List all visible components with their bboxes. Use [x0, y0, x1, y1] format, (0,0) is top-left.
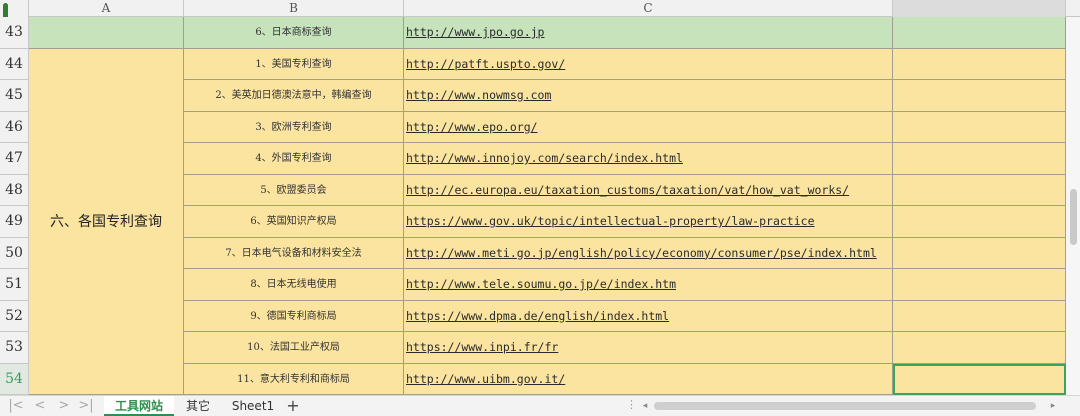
- cell-d[interactable]: [893, 143, 1066, 175]
- sheet-tab-sheet1[interactable]: Sheet1: [228, 396, 278, 416]
- cell-c-link[interactable]: https://www.gov.uk/topic/intellectual-pr…: [404, 206, 893, 238]
- cell-c-link[interactable]: http://ec.europa.eu/taxation_customs/tax…: [404, 174, 893, 206]
- cell-c-link[interactable]: http://patft.uspto.gov/: [404, 48, 893, 80]
- horizontal-scroll-thumb[interactable]: [654, 402, 1036, 410]
- hyperlink-text[interactable]: http://www.innojoy.com/search/index.html: [406, 151, 683, 165]
- cell-d[interactable]: [893, 332, 1066, 364]
- row-header[interactable]: 51: [0, 269, 29, 301]
- row-header[interactable]: 46: [0, 111, 29, 143]
- horizontal-scrollbar[interactable]: ◂ ▸: [640, 400, 1058, 412]
- hyperlink-text[interactable]: http://patft.uspto.gov/: [406, 57, 565, 71]
- cell-c-link[interactable]: http://www.innojoy.com/search/index.html: [404, 143, 893, 175]
- row-header[interactable]: 44: [0, 48, 29, 80]
- cell-a[interactable]: [29, 17, 184, 49]
- column-header-row: A B C: [0, 0, 1080, 17]
- cell-b[interactable]: 10、法国工业产权局: [184, 332, 404, 364]
- cell-d[interactable]: [893, 17, 1066, 49]
- hyperlink-text[interactable]: http://www.tele.soumu.go.jp/e/index.htm: [406, 277, 676, 291]
- cell-c-link[interactable]: http://www.meti.go.jp/english/policy/eco…: [404, 237, 893, 269]
- row-header[interactable]: 53: [0, 332, 29, 364]
- hyperlink-text[interactable]: http://www.jpo.go.jp: [406, 25, 544, 39]
- cell-b[interactable]: 1、美国专利查询: [184, 48, 404, 80]
- cell-c-link[interactable]: https://www.dpma.de/english/index.html: [404, 300, 893, 332]
- cell-d[interactable]: [893, 363, 1066, 395]
- cell-b[interactable]: 7、日本电气设备和材料安全法: [184, 237, 404, 269]
- column-header-b[interactable]: B: [184, 0, 404, 17]
- merged-category-cell[interactable]: 六、各国专利查询: [29, 48, 184, 395]
- sheet-tab-bar: |< < > >| 工具网站 其它 Sheet1 + ⋮ ◂ ▸: [0, 395, 1080, 416]
- cell-d[interactable]: [893, 80, 1066, 112]
- hyperlink-text[interactable]: http://www.uibm.gov.it/: [406, 372, 565, 386]
- row-header[interactable]: 49: [0, 206, 29, 238]
- next-sheet-icon[interactable]: >: [56, 398, 72, 414]
- cell-c-link[interactable]: http://www.epo.org/: [404, 111, 893, 143]
- cell-b[interactable]: 9、德国专利商标局: [184, 300, 404, 332]
- cell-b[interactable]: 6、日本商标查询: [184, 17, 404, 49]
- row-header[interactable]: 52: [0, 300, 29, 332]
- row-header[interactable]: 43: [0, 17, 29, 49]
- cell-d[interactable]: [893, 206, 1066, 238]
- hyperlink-text[interactable]: https://www.dpma.de/english/index.html: [406, 309, 669, 323]
- cell-c-link[interactable]: http://www.tele.soumu.go.jp/e/index.htm: [404, 269, 893, 301]
- cell-c-link[interactable]: https://www.inpi.fr/fr: [404, 332, 893, 364]
- hyperlink-text[interactable]: http://www.meti.go.jp/english/policy/eco…: [406, 246, 877, 260]
- last-sheet-icon[interactable]: >|: [78, 398, 94, 414]
- vertical-scrollbar[interactable]: [1066, 17, 1080, 395]
- row-header[interactable]: 48: [0, 174, 29, 206]
- cell-b[interactable]: 6、英国知识产权局: [184, 206, 404, 238]
- row-header[interactable]: 45: [0, 80, 29, 112]
- column-header-d[interactable]: [893, 0, 1066, 17]
- cell-d[interactable]: [893, 174, 1066, 206]
- cell-d[interactable]: [893, 48, 1066, 80]
- add-sheet-button[interactable]: +: [286, 397, 300, 415]
- cell-d[interactable]: [893, 111, 1066, 143]
- cell-d[interactable]: [893, 269, 1066, 301]
- column-header-a[interactable]: A: [29, 0, 184, 17]
- hyperlink-text[interactable]: http://www.epo.org/: [406, 120, 538, 134]
- hyperlink-text[interactable]: https://www.inpi.fr/fr: [406, 340, 558, 354]
- tab-splitter-icon[interactable]: ⋮: [626, 398, 637, 411]
- cell-b[interactable]: 2、美英加日德澳法意中，韩编查询: [184, 80, 404, 112]
- cell-c-link[interactable]: http://www.uibm.gov.it/: [404, 363, 893, 395]
- cell-c-link[interactable]: http://www.nowmsg.com: [404, 80, 893, 112]
- cell-b[interactable]: 4、外国专利查询: [184, 143, 404, 175]
- vertical-scroll-thumb[interactable]: [1070, 189, 1077, 245]
- row-header[interactable]: 47: [0, 143, 29, 175]
- cell-c-link[interactable]: http://www.jpo.go.jp: [404, 17, 893, 49]
- sheet-tab-tools[interactable]: 工具网站: [104, 396, 174, 416]
- cell-b[interactable]: 11、意大利专利和商标局: [184, 363, 404, 395]
- sheet-tab-other[interactable]: 其它: [178, 396, 218, 416]
- hyperlink-text[interactable]: http://www.nowmsg.com: [406, 88, 551, 102]
- first-sheet-icon[interactable]: |<: [8, 398, 24, 414]
- column-header-c[interactable]: C: [404, 0, 893, 17]
- row-header[interactable]: 50: [0, 237, 29, 269]
- cell-b[interactable]: 5、欧盟委员会: [184, 174, 404, 206]
- row-header[interactable]: 54: [0, 363, 29, 395]
- cell-b[interactable]: 8、日本无线电使用: [184, 269, 404, 301]
- cell-d[interactable]: [893, 300, 1066, 332]
- prev-sheet-icon[interactable]: <: [32, 398, 48, 414]
- hyperlink-text[interactable]: http://ec.europa.eu/taxation_customs/tax…: [406, 183, 849, 197]
- scroll-right-icon[interactable]: ▸: [1048, 400, 1058, 412]
- cell-d[interactable]: [893, 237, 1066, 269]
- cell-b[interactable]: 3、欧洲专利查询: [184, 111, 404, 143]
- scroll-left-icon[interactable]: ◂: [640, 400, 650, 412]
- hyperlink-text[interactable]: https://www.gov.uk/topic/intellectual-pr…: [406, 214, 815, 228]
